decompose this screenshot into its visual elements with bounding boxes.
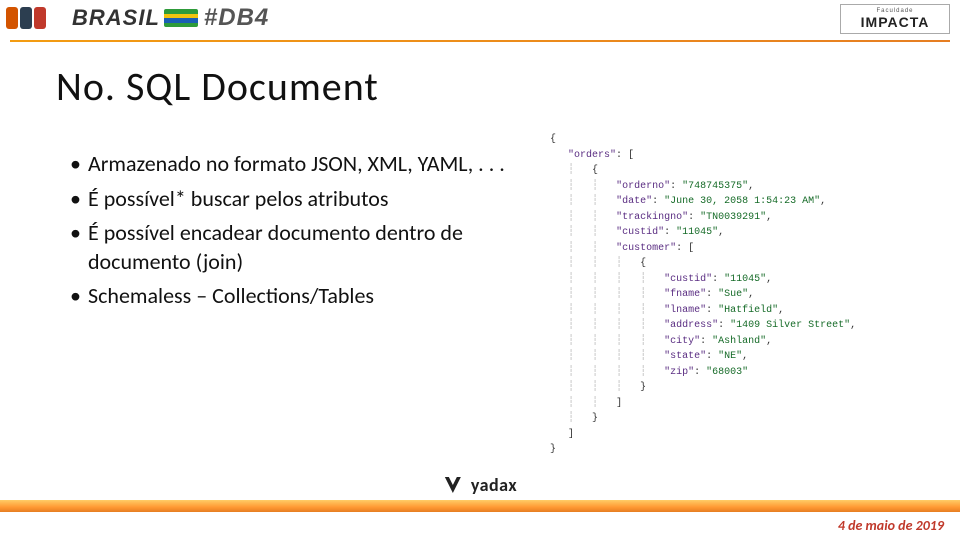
code-key: "orders"	[568, 150, 616, 161]
impacta-big: IMPACTA	[861, 14, 930, 30]
json-example: { "orders": [ ┆ { ┆ ┆ "orderno": "748745…	[550, 132, 940, 458]
bullet-list: Armazenado no formato JSON, XML, YAML, .…	[70, 150, 510, 317]
bullet-icon	[70, 282, 88, 311]
bullet-text: Schemaless – Collections/Tables	[88, 282, 510, 311]
dba-icon	[6, 5, 66, 31]
footer-date: 4 de maio de 2019	[838, 517, 944, 534]
code-key: "custid"	[664, 274, 712, 285]
code-key: "lname"	[664, 305, 706, 316]
list-item: É possível* buscar pelos atributos	[70, 185, 510, 214]
footer-band	[0, 500, 960, 512]
code-key: "city"	[664, 336, 700, 347]
code-key: "date"	[616, 196, 652, 207]
code-key: "orderno"	[616, 181, 670, 192]
logo-impacta: Faculdade IMPACTA	[840, 4, 950, 34]
bullet-text: É possível* buscar pelos atributos	[88, 185, 510, 214]
code-val: "June 30, 2058 1:54:23 AM"	[664, 196, 820, 207]
yadax-icon	[443, 475, 463, 495]
hashtag-db4: #DB4	[204, 4, 269, 32]
code-key: "customer"	[616, 243, 676, 254]
code-val: "748745375"	[682, 181, 748, 192]
bullet-text: É possível encadear documento dentro de …	[88, 219, 510, 276]
code-key: "address"	[664, 320, 718, 331]
brasil-text: BRASIL	[72, 5, 198, 31]
bullet-text: Armazenado no formato JSON, XML, YAML, .…	[88, 150, 510, 179]
list-item: Schemaless – Collections/Tables	[70, 282, 510, 311]
code-val: "Hatfield"	[718, 305, 778, 316]
yadax-label: yadax	[471, 474, 517, 496]
brazil-flag-icon	[164, 9, 198, 27]
code-val: "11045"	[724, 274, 766, 285]
code-val: "Sue"	[718, 289, 748, 300]
bullet-icon	[70, 185, 88, 214]
list-item: É possível encadear documento dentro de …	[70, 219, 510, 276]
header: BRASIL #DB4 Faculdade IMPACTA	[0, 0, 960, 40]
header-divider	[10, 40, 950, 42]
list-item: Armazenado no formato JSON, XML, YAML, .…	[70, 150, 510, 179]
code-key: "custid"	[616, 227, 664, 238]
bullet-icon	[70, 150, 88, 179]
logo-dba-brasil: BRASIL #DB4	[6, 4, 269, 32]
code-key: "state"	[664, 351, 706, 362]
footer-logo-yadax: yadax	[443, 474, 517, 496]
code-val: "11045"	[676, 227, 718, 238]
code-key: "trackingno"	[616, 212, 688, 223]
code-key: "fname"	[664, 289, 706, 300]
slide-title: No. SQL Document	[56, 62, 379, 111]
slide: BRASIL #DB4 Faculdade IMPACTA No. SQL Do…	[0, 0, 960, 540]
code-val: "NE"	[718, 351, 742, 362]
code-val: "Ashland"	[712, 336, 766, 347]
code-val: "TN0039291"	[700, 212, 766, 223]
code-val: "68003"	[706, 367, 748, 378]
code-val: "1409 Silver Street"	[730, 320, 850, 331]
brasil-label: BRASIL	[72, 5, 160, 31]
bullet-icon	[70, 219, 88, 276]
code-key: "zip"	[664, 367, 694, 378]
